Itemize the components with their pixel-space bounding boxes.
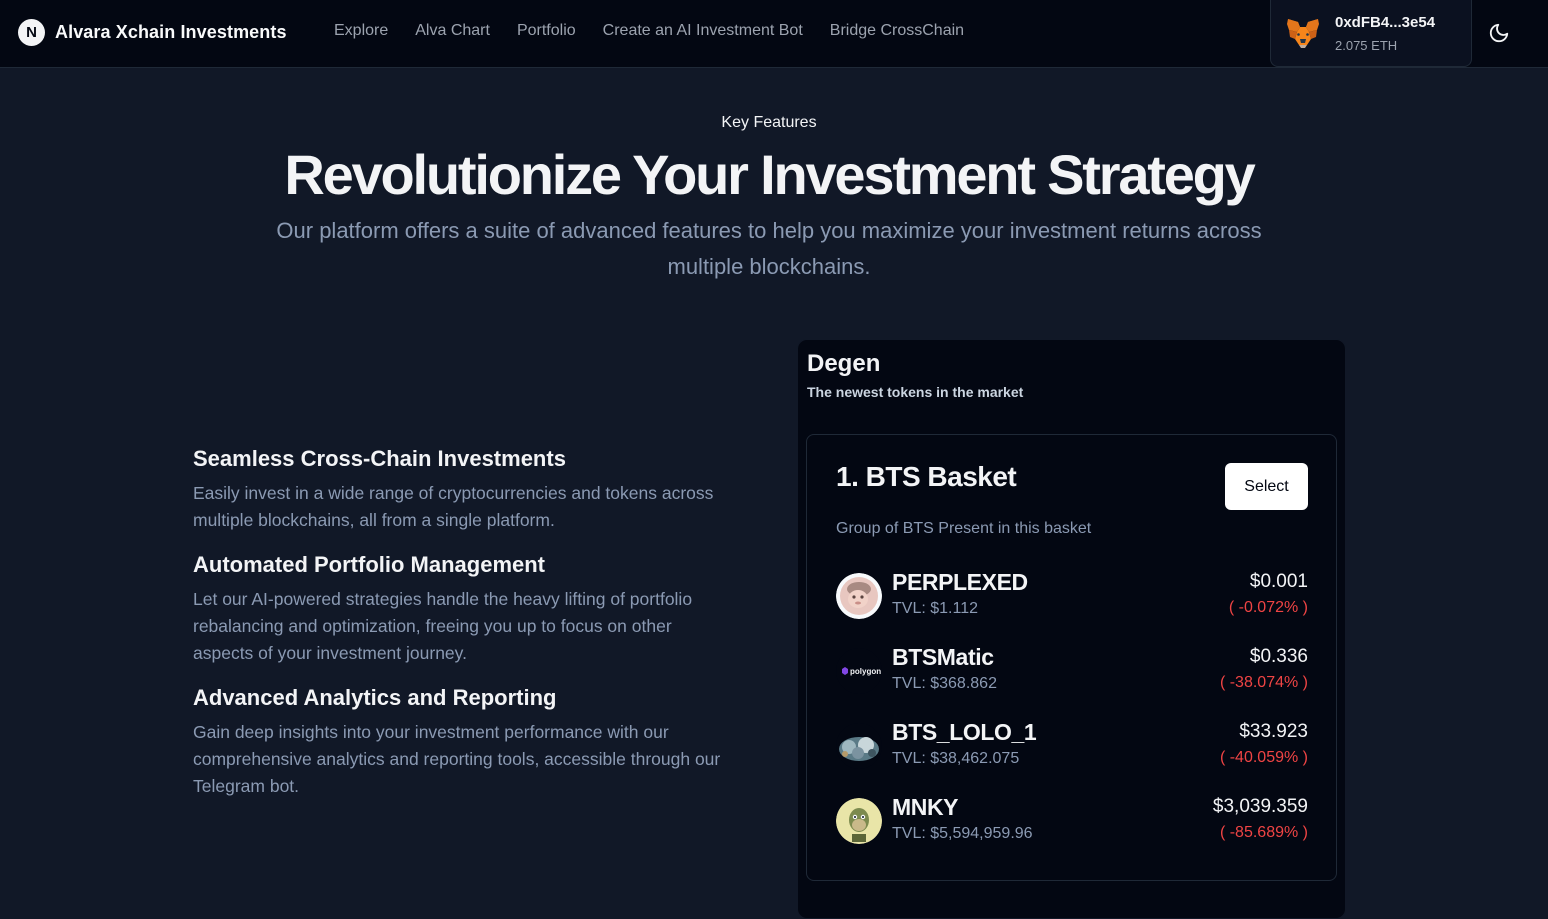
wallet-address: 0xdFB4...3e54: [1335, 13, 1436, 31]
token-tvl: TVL: $38,462.075: [892, 750, 1020, 767]
nav-link-bridge[interactable]: Bridge CrossChain: [830, 22, 964, 40]
token-price: $3,039.359: [1212, 796, 1308, 817]
nav-link-create-bot[interactable]: Create an AI Investment Bot: [603, 22, 803, 40]
brand[interactable]: N Alvara Xchain Investments: [18, 19, 287, 46]
token-name: BTS_LOLO_1: [892, 719, 1037, 745]
degen-card: Degen The newest tokens in the market 1.…: [797, 339, 1346, 919]
token-change: ( -38.074% ): [1219, 674, 1308, 691]
page-headline: Revolutionize Your Investment Strategy: [284, 143, 1255, 206]
select-basket-button[interactable]: Select: [1225, 463, 1308, 510]
token-row[interactable]: BTS_LOLO_1 TVL: $38,462.075 $33.923 ( -4…: [836, 719, 1308, 771]
nav-links: Explore Alva Chart Portfolio Create an A…: [334, 22, 964, 40]
token-name: MNKY: [892, 794, 959, 820]
feature-item: Automated Portfolio Management Let our A…: [193, 550, 733, 667]
token-name: PERPLEXED: [892, 569, 1028, 595]
nav-link-alva-chart[interactable]: Alva Chart: [415, 22, 490, 40]
wallet-button[interactable]: 0xdFB4...3e54 2.075 ETH: [1270, 0, 1472, 67]
metamask-fox-icon: [1287, 19, 1319, 48]
token-change: ( -40.059% ): [1219, 749, 1308, 766]
token-change: ( -85.689% ): [1219, 824, 1308, 841]
feature-title: Automated Portfolio Management: [193, 552, 546, 577]
token-tvl: TVL: $368.862: [892, 675, 997, 692]
page-subhead: Our platform offers a suite of advanced …: [276, 218, 1262, 279]
degen-subtitle: The newest tokens in the market: [807, 384, 1024, 400]
basket-description: Group of BTS Present in this basket: [836, 520, 1092, 537]
polygon-token-icon: polygon: [836, 648, 882, 694]
token-price: $33.923: [1239, 721, 1308, 742]
token-name: BTSMatic: [892, 644, 994, 670]
feature-item: Advanced Analytics and Reporting Gain de…: [193, 683, 733, 800]
feature-title: Advanced Analytics and Reporting: [193, 685, 557, 710]
perplexed-token-icon: [836, 573, 882, 619]
token-price: $0.001: [1249, 571, 1308, 592]
theme-toggle-button[interactable]: [1484, 18, 1514, 48]
monkey-token-icon: [836, 798, 882, 844]
section-kicker: Key Features: [721, 114, 817, 131]
token-row[interactable]: PERPLEXED TVL: $1.112 $0.001 ( -0.072% ): [836, 569, 1308, 621]
features-list: Seamless Cross-Chain Investments Easily …: [193, 444, 733, 816]
nav-link-explore[interactable]: Explore: [334, 22, 388, 40]
token-change: ( -0.072% ): [1228, 599, 1308, 616]
brand-logo-icon: N: [18, 19, 45, 46]
top-navbar: N Alvara Xchain Investments Explore Alva…: [0, 0, 1548, 68]
token-row[interactable]: MNKY TVL: $5,594,959.96 $3,039.359 ( -85…: [836, 794, 1308, 846]
token-price: $0.336: [1249, 646, 1308, 667]
token-tvl: TVL: $1.112: [892, 600, 978, 617]
token-tvl: TVL: $5,594,959.96: [892, 825, 1033, 842]
feature-description: Let our AI-powered strategies handle the…: [193, 589, 693, 663]
feature-description: Easily invest in a wide range of cryptoc…: [193, 483, 714, 530]
basket-title: 1. BTS Basket: [836, 461, 1017, 492]
token-row[interactable]: polygon BTSMatic TVL: $368.862 $0.336 ( …: [836, 644, 1308, 696]
feature-item: Seamless Cross-Chain Investments Easily …: [193, 444, 733, 534]
basket-card: 1. BTS Basket Select Group of BTS Presen…: [806, 434, 1337, 881]
lolo-token-icon: [836, 723, 882, 769]
degen-title: Degen: [807, 350, 881, 377]
svg-text:polygon: polygon: [850, 667, 881, 676]
moon-icon: [1489, 23, 1509, 43]
nav-link-portfolio[interactable]: Portfolio: [517, 22, 576, 40]
feature-title: Seamless Cross-Chain Investments: [193, 446, 566, 471]
wallet-balance: 2.075 ETH: [1335, 37, 1398, 53]
feature-description: Gain deep insights into your investment …: [193, 722, 721, 796]
brand-name: Alvara Xchain Investments: [55, 22, 287, 42]
